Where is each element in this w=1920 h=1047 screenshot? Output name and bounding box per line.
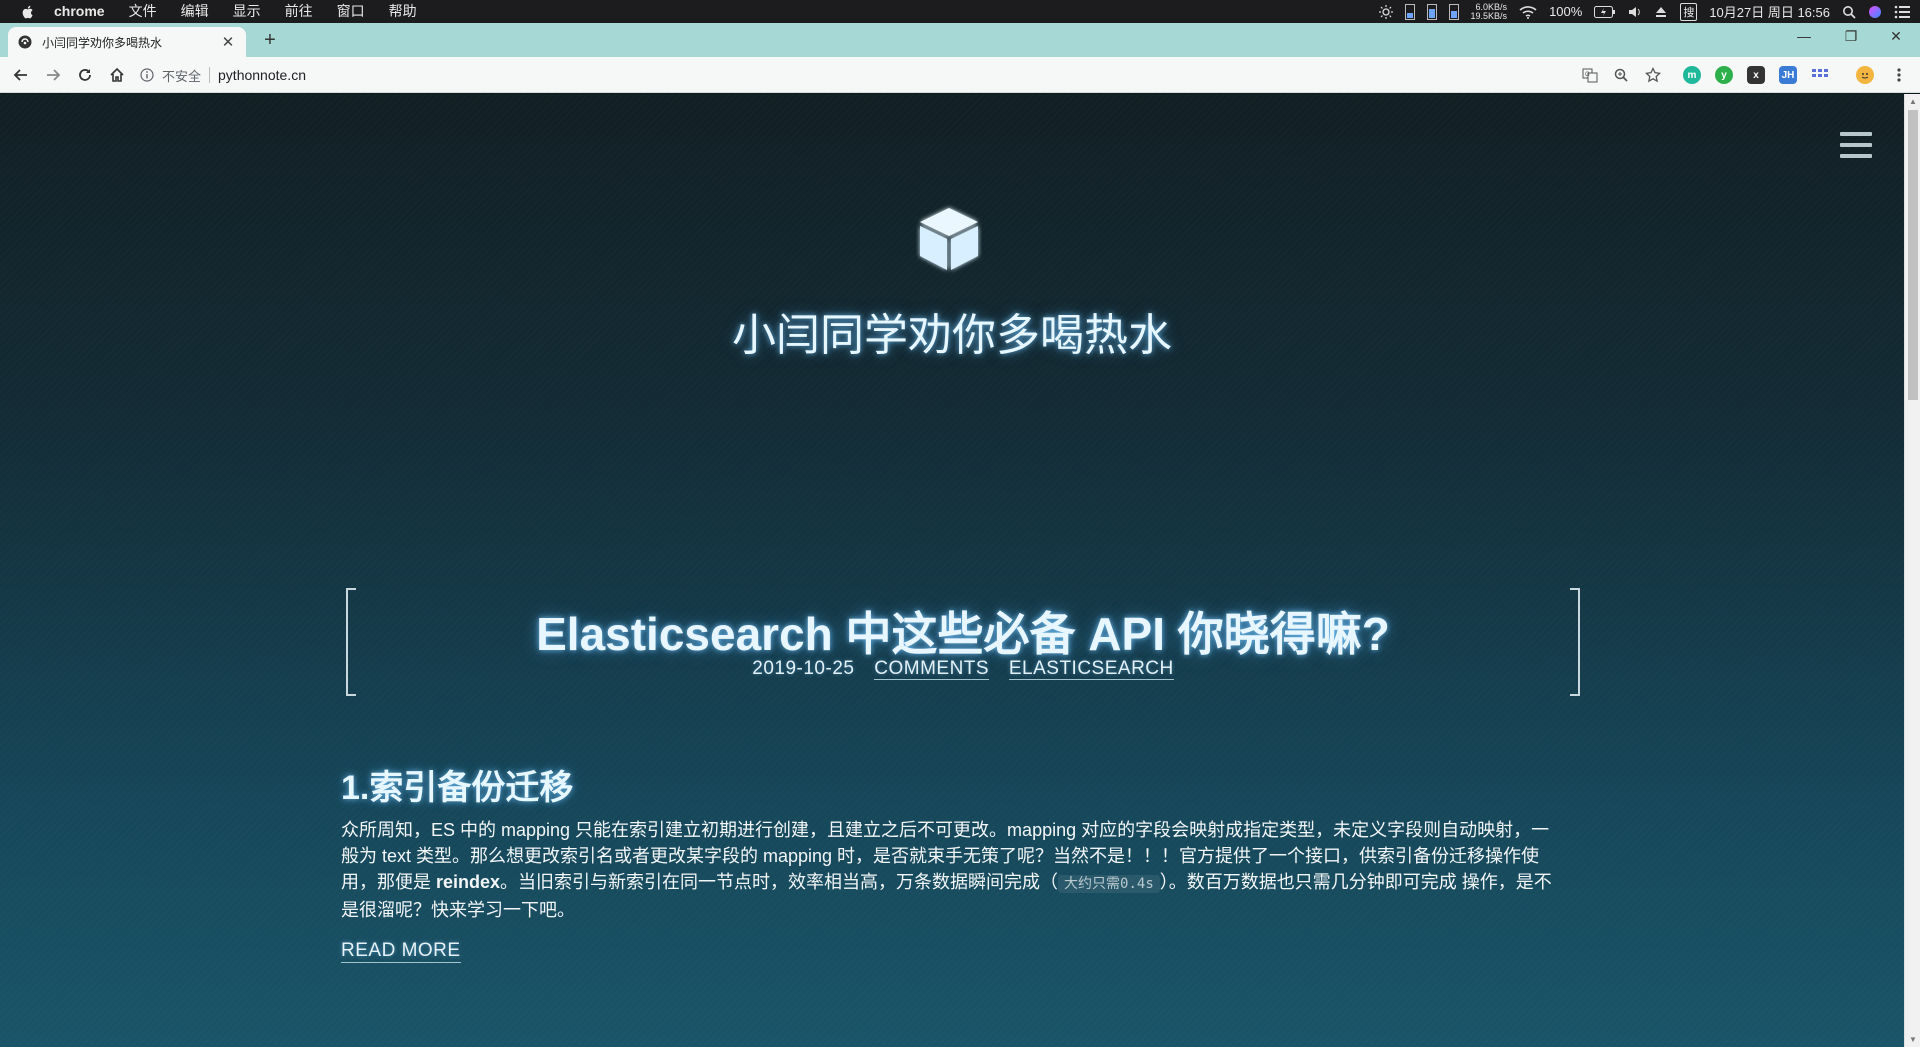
insecure-label: 不安全 <box>162 68 202 84</box>
extension-m-icon[interactable]: m <box>1683 66 1701 84</box>
svg-text:G: G <box>1585 72 1590 78</box>
menubar-datetime[interactable]: 10月27日 周日 16:56 <box>1709 2 1830 21</box>
notification-center-icon[interactable] <box>1894 5 1910 19</box>
extension-jh-icon[interactable]: JH <box>1779 66 1797 84</box>
scrollbar-thumb[interactable] <box>1908 110 1918 400</box>
excerpt-bold-term: reindex <box>436 872 501 892</box>
menu-go[interactable]: 前往 <box>285 0 313 23</box>
menu-view[interactable]: 显示 <box>233 0 261 23</box>
new-tab-button[interactable]: + <box>258 28 282 52</box>
cpu-meter-icon[interactable] <box>1404 3 1415 20</box>
post-title[interactable]: Elasticsearch 中这些必备 API 你晓得嘛? <box>346 598 1580 664</box>
page-viewport: 小闫同学劝你多喝热水 Elasticsearch 中这些必备 API 你晓得嘛?… <box>0 94 1904 1047</box>
browser-tab-strip: 小闫同学劝你多喝热水 ✕ <box>0 23 1920 57</box>
battery-icon[interactable] <box>1594 5 1616 18</box>
translate-icon: G <box>1582 68 1598 83</box>
scroll-up-icon[interactable]: ▲ <box>1909 97 1917 106</box>
menubar-status-area: 6.0KB/s 19.5KB/s 100% 搜 10月27日 周日 16:56 <box>1378 0 1910 23</box>
star-icon <box>1645 67 1661 83</box>
close-window-icon[interactable]: ✕ <box>1886 28 1906 45</box>
extension-grid-icon[interactable] <box>1811 66 1829 84</box>
menu-help[interactable]: 帮助 <box>389 0 417 23</box>
excerpt-inline-code: 大约只需0.4s <box>1058 875 1160 893</box>
browser-toolbar: 不安全 pythonnote.cn G m y x JH <box>0 57 1920 93</box>
tab-title: 小闫同学劝你多喝热水 <box>42 35 163 50</box>
address-bar[interactable]: 不安全 pythonnote.cn <box>140 61 306 89</box>
macos-menu-bar: chrome 文件 编辑 显示 前往 窗口 帮助 6.0KB/s 19.5KB/… <box>0 0 1920 23</box>
category-link[interactable]: ELASTICSEARCH <box>1008 658 1174 680</box>
section-heading: 1.索引备份迁移 <box>341 769 574 807</box>
menu-file[interactable]: 文件 <box>129 0 157 23</box>
extension-m-label: m <box>1687 69 1697 81</box>
chrome-menu-button[interactable] <box>1889 65 1909 85</box>
restore-window-icon[interactable]: ❐ <box>1841 28 1861 45</box>
extension-x-icon[interactable]: x <box>1747 66 1765 84</box>
input-method-indicator[interactable]: 搜 <box>1680 2 1698 21</box>
site-favicon-icon <box>18 35 32 49</box>
brightness-icon[interactable] <box>1378 4 1393 19</box>
site-info-icon[interactable] <box>140 68 154 82</box>
post-meta: 2019-10-25 COMMENTS ELASTICSEARCH <box>346 658 1580 680</box>
profile-avatar[interactable] <box>1856 66 1874 84</box>
forward-button[interactable] <box>43 65 63 85</box>
reload-button[interactable] <box>75 65 95 85</box>
post-excerpt: 众所周知，ES 中的 mapping 只能在索引建立初期进行创建，且建立之后不可… <box>341 817 1561 923</box>
wifi-icon[interactable] <box>1519 5 1537 19</box>
avatar-face-icon <box>1861 73 1869 79</box>
browser-tab-active[interactable]: 小闫同学劝你多喝热水 ✕ <box>8 27 246 57</box>
tab-close-icon[interactable]: ✕ <box>220 33 236 51</box>
menu-window[interactable]: 窗口 <box>337 0 365 23</box>
home-button[interactable] <box>107 65 127 85</box>
translate-button[interactable]: G <box>1580 65 1600 85</box>
extension-y-label: y <box>1721 69 1727 81</box>
extension-x-label: x <box>1753 69 1759 81</box>
grid-icon <box>1812 69 1828 77</box>
url-text[interactable]: pythonnote.cn <box>218 67 306 83</box>
cube-logo-icon[interactable] <box>916 204 982 274</box>
bookmark-button[interactable] <box>1643 65 1663 85</box>
spotlight-search-icon[interactable] <box>1842 5 1856 19</box>
back-arrow-icon <box>13 69 27 81</box>
page-scrollbar[interactable]: ▲ ▼ <box>1904 94 1920 1047</box>
comments-link[interactable]: COMMENTS <box>874 658 990 680</box>
apple-icon[interactable] <box>20 4 36 20</box>
post-date: 2019-10-25 <box>752 658 855 679</box>
post-header: Elasticsearch 中这些必备 API 你晓得嘛? 2019-10-25… <box>346 588 1580 696</box>
minimize-window-icon[interactable]: — <box>1794 28 1814 44</box>
volume-icon[interactable] <box>1628 5 1642 19</box>
zoom-button[interactable] <box>1611 65 1631 85</box>
menu-app-name[interactable]: chrome <box>54 0 105 23</box>
scroll-down-icon[interactable]: ▼ <box>1909 1035 1917 1044</box>
address-divider <box>209 67 211 83</box>
excerpt-text-2: 。当旧索引与新索引在同一节点时，效率相当高，万条数据瞬间完成（ <box>500 872 1059 892</box>
more-vertical-icon <box>1897 68 1901 82</box>
menu-edit[interactable]: 编辑 <box>181 0 209 23</box>
network-speed[interactable]: 6.0KB/s 19.5KB/s <box>1470 2 1508 21</box>
read-more-link[interactable]: READ MORE <box>341 940 461 963</box>
forward-arrow-icon <box>47 69 61 81</box>
eject-icon[interactable] <box>1654 5 1668 19</box>
zoom-icon <box>1614 68 1628 82</box>
reload-icon <box>79 69 91 81</box>
battery-percent: 100% <box>1549 4 1583 19</box>
siri-icon[interactable] <box>1868 5 1882 19</box>
memory-meter-icon[interactable] <box>1426 3 1437 20</box>
disk-meter-icon[interactable] <box>1448 3 1459 20</box>
extension-jh-label: JH <box>1781 69 1795 81</box>
network-download-speed: 19.5KB/s <box>1470 10 1508 21</box>
home-icon <box>110 67 124 82</box>
extension-y-icon[interactable]: y <box>1715 66 1733 84</box>
back-button[interactable] <box>11 65 31 85</box>
hamburger-menu-icon[interactable] <box>1840 132 1872 158</box>
site-title[interactable]: 小闫同学劝你多喝热水 <box>0 299 1904 363</box>
